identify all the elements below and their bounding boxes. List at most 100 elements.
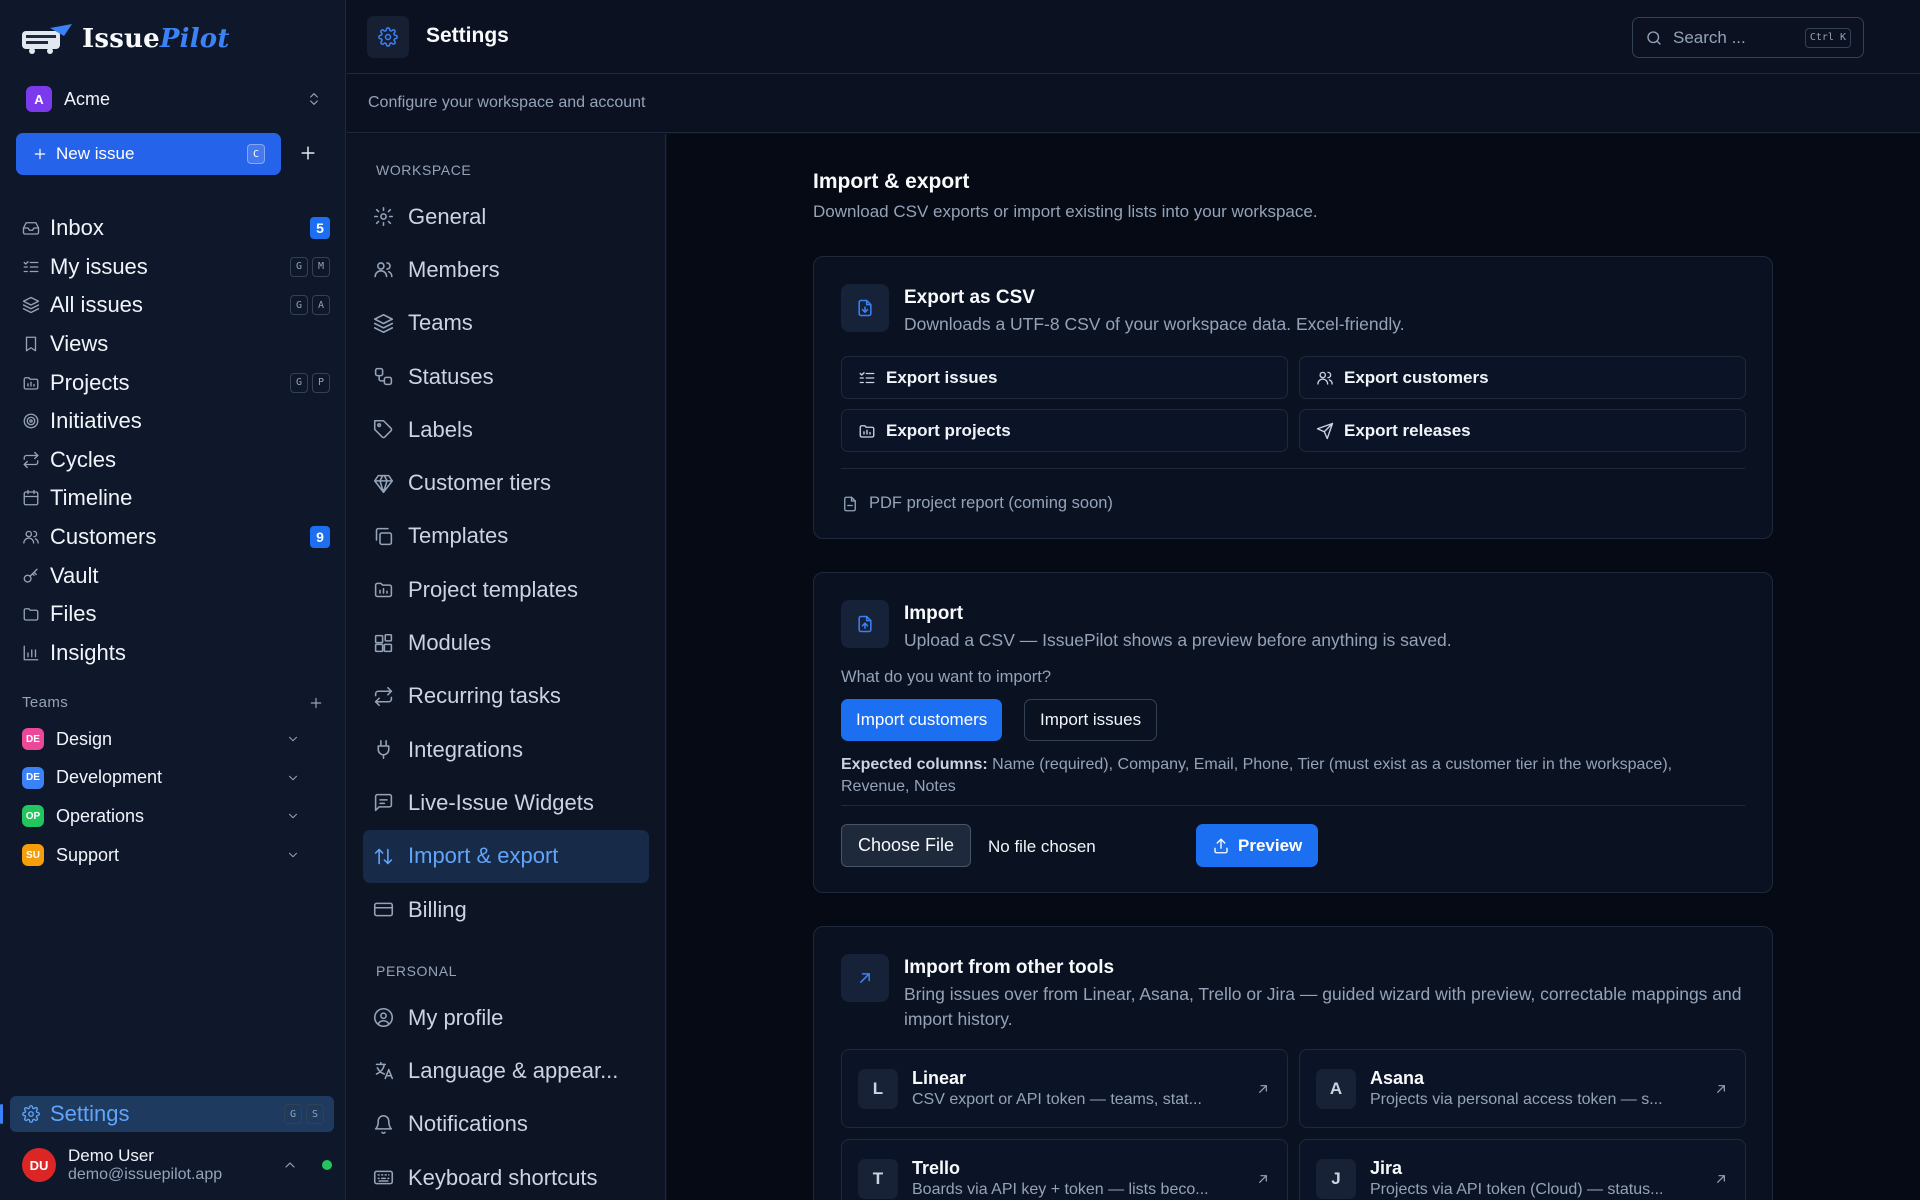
add-team-icon[interactable] — [308, 695, 324, 711]
settings-nav-recurring-tasks[interactable]: Recurring tasks — [363, 670, 649, 723]
app-logo[interactable]: IssuePilot — [20, 22, 230, 56]
sidebar-item-settings[interactable]: Settings G S — [10, 1096, 334, 1132]
sidebar-item-files[interactable]: Files — [16, 595, 330, 634]
settings-nav-project-templates[interactable]: Project templates — [363, 563, 649, 616]
import-tool-jira[interactable]: J Jira Projects via API token (Cloud) — st… — [1299, 1139, 1746, 1200]
team-item-design[interactable]: DE Design — [22, 720, 300, 759]
settings-nav-notifications[interactable]: Notifications — [363, 1098, 649, 1151]
sidebar-item-meta: GM — [290, 256, 330, 277]
sidebar-nav: Inbox 5 My issues G M All issues G A Views Projec… — [16, 209, 330, 672]
gear-icon — [22, 1105, 40, 1123]
preview-button[interactable]: Preview — [1196, 824, 1319, 867]
export-releases-button[interactable]: Export releases — [1299, 409, 1746, 452]
top-header: Settings Search ... Ctrl K — [347, 0, 1920, 74]
layers-icon — [22, 297, 40, 314]
export-projects-button[interactable]: Export projects — [841, 409, 1288, 452]
key-icon — [23, 568, 38, 583]
copy-icon — [375, 527, 393, 546]
choose-file-button[interactable]: Choose File — [841, 824, 972, 867]
team-item-development[interactable]: DE Development — [22, 759, 300, 798]
settings-nav-label: Integrations — [408, 736, 523, 762]
search-icon — [1647, 30, 1661, 45]
teams-label: Teams — [22, 694, 69, 711]
settings-nav-label: Templates — [408, 523, 509, 549]
chevron-down-icon — [288, 814, 298, 819]
import-card: Import Upload a CSV — IssuePilot shows a… — [813, 572, 1773, 893]
user-circle-icon — [373, 1008, 394, 1028]
search-input[interactable]: Search ... Ctrl K — [1632, 17, 1864, 58]
settings-nav-import-export[interactable]: Import & export — [363, 829, 649, 883]
tool-text: Trello Boards via API key + token — lists… — [912, 1158, 1241, 1199]
user-menu[interactable]: DU Demo User demo@issuepilot.app — [22, 1145, 332, 1185]
sidebar-item-label: Insights — [50, 639, 126, 665]
settings-nav-customer-tiers[interactable]: Customer tiers — [363, 456, 649, 509]
sidebar-item-projects[interactable]: Projects G P — [16, 363, 330, 402]
sidebar-item-label: Initiatives — [50, 408, 142, 434]
settings-nav-modules[interactable]: Modules — [363, 616, 649, 669]
preview-label: Preview — [1238, 835, 1303, 855]
sidebar-item-timeline[interactable]: Timeline — [16, 479, 330, 518]
settings-nav-label: Keyboard shortcuts — [408, 1164, 598, 1190]
import-customers-option[interactable]: Import customers — [841, 699, 1003, 741]
settings-nav-keyboard-shortcuts[interactable]: Keyboard shortcuts — [363, 1151, 649, 1200]
import-question: What do you want to import? — [841, 668, 1052, 686]
sidebar-item-insights[interactable]: Insights — [16, 634, 330, 673]
settings-nav-integrations[interactable]: Integrations — [363, 723, 649, 776]
import-tool-trello[interactable]: T Trello Boards via API key + token — list… — [841, 1139, 1288, 1200]
sidebar-item-all-issues[interactable]: All issues G A — [16, 286, 330, 325]
settings-nav-label: Statuses — [408, 363, 494, 389]
settings-nav-labels[interactable]: Labels — [363, 403, 649, 456]
section-title: Import & export — [813, 170, 970, 193]
workspace-switcher[interactable]: A Acme — [26, 86, 322, 112]
settings-nav-live-issue-widgets[interactable]: Live-Issue Widgets — [363, 776, 649, 829]
button-label: Export releases — [1344, 420, 1471, 440]
import-tool-asana[interactable]: A Asana Projects via personal access token… — [1299, 1049, 1746, 1128]
export-issues-button[interactable]: Export issues — [841, 356, 1288, 399]
sidebar-item-label: Vault — [50, 562, 99, 588]
settings-nav-templates[interactable]: Templates — [363, 510, 649, 563]
workspace-name: Acme — [64, 88, 111, 109]
new-issue-button[interactable]: New issue C — [16, 133, 281, 175]
tools-desc: Bring issues over from Linear, Asana, Tr… — [904, 984, 1742, 1029]
keyboard-icon — [373, 1170, 394, 1185]
settings-nav-statuses[interactable]: Statuses — [363, 350, 649, 403]
settings-nav-language-appear[interactable]: Language & appear... — [363, 1044, 649, 1097]
sidebar-item-views[interactable]: Views — [16, 325, 330, 364]
workspace-section-label: WORKSPACE — [376, 162, 472, 178]
settings-nav-general[interactable]: General — [363, 190, 649, 243]
upload-icon — [1214, 838, 1228, 853]
tool-text: Asana Projects via personal access token … — [1370, 1068, 1699, 1109]
chevron-up-icon[interactable] — [282, 1157, 298, 1173]
sidebar-item-meta: 5 — [310, 217, 330, 240]
section-subtitle: Download CSV exports or import existing … — [813, 202, 1318, 221]
export-customers-button[interactable]: Export customers — [1299, 356, 1746, 399]
settings-nav-label: Members — [408, 256, 500, 282]
settings-nav-label: Import & export — [408, 843, 559, 869]
sidebar-item-initiatives[interactable]: Initiatives — [16, 402, 330, 441]
team-badge: SU — [22, 844, 44, 867]
button-label: Export projects — [886, 420, 1011, 440]
settings-nav-label: Labels — [408, 416, 473, 442]
import-issues-option[interactable]: Import issues — [1024, 699, 1158, 741]
inbox-icon — [22, 222, 40, 235]
settings-nav-teams[interactable]: Teams — [363, 297, 649, 350]
calendar-icon — [23, 490, 39, 506]
sidebar-item-inbox[interactable]: Inbox 5 — [16, 209, 330, 248]
sidebar-item-cycles[interactable]: Cycles — [16, 441, 330, 480]
settings-nav-my-profile[interactable]: My profile — [363, 991, 649, 1044]
columns-label: Expected columns: — [841, 756, 988, 773]
chevrons-updown-icon — [310, 93, 318, 105]
settings-nav-billing[interactable]: Billing — [363, 883, 649, 936]
repeat-icon — [23, 451, 39, 469]
sidebar-item-customers[interactable]: Customers 9 — [16, 518, 330, 557]
import-tool-linear[interactable]: L Linear CSV export or API token — teams, … — [841, 1049, 1288, 1128]
file-upload-icon — [841, 600, 889, 648]
sidebar-item-my-issues[interactable]: My issues G M — [16, 248, 330, 287]
settings-nav-members[interactable]: Members — [363, 243, 649, 296]
settings-nav-label: Teams — [408, 310, 473, 336]
quick-create-button[interactable] — [296, 141, 320, 165]
sidebar-item-vault[interactable]: Vault — [16, 556, 330, 595]
team-item-support[interactable]: SU Support — [22, 836, 300, 875]
team-item-operations[interactable]: OP Operations — [22, 797, 300, 836]
translate-icon — [375, 1062, 394, 1080]
